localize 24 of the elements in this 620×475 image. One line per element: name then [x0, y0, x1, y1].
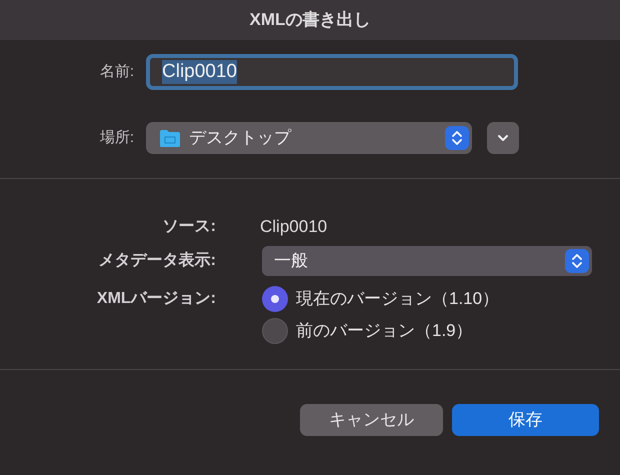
folder-icon	[159, 128, 181, 148]
stepper-icon	[445, 126, 469, 150]
xml-version-label: XMLバージョン:	[96, 289, 216, 309]
expand-button[interactable]	[487, 122, 519, 154]
radio-label: 前のバージョン（1.9）	[296, 320, 473, 342]
chevron-down-icon	[497, 134, 509, 142]
name-label: 名前:	[98, 62, 134, 82]
source-value: Clip0010	[260, 216, 328, 238]
cancel-button[interactable]: キャンセル	[300, 404, 443, 436]
save-button[interactable]: 保存	[452, 404, 599, 436]
name-value: Clip0010	[162, 60, 237, 84]
stepper-icon	[565, 249, 589, 273]
name-field[interactable]: Clip0010	[146, 54, 518, 90]
location-value: デスクトップ	[189, 127, 292, 150]
radio-button[interactable]	[262, 318, 288, 344]
location-popup[interactable]: デスクトップ	[146, 122, 472, 154]
source-label: ソース:	[162, 217, 216, 237]
metadata-view-value: 一般	[274, 250, 309, 272]
radio-button[interactable]	[262, 286, 288, 312]
window-title: XMLの書き出し	[250, 9, 370, 32]
location-label: 場所:	[98, 128, 134, 148]
metadata-view-label: メタデータ表示:	[98, 250, 216, 271]
metadata-view-popup[interactable]: 一般	[262, 246, 592, 276]
radio-label: 現在のバージョン（1.10）	[296, 288, 500, 310]
